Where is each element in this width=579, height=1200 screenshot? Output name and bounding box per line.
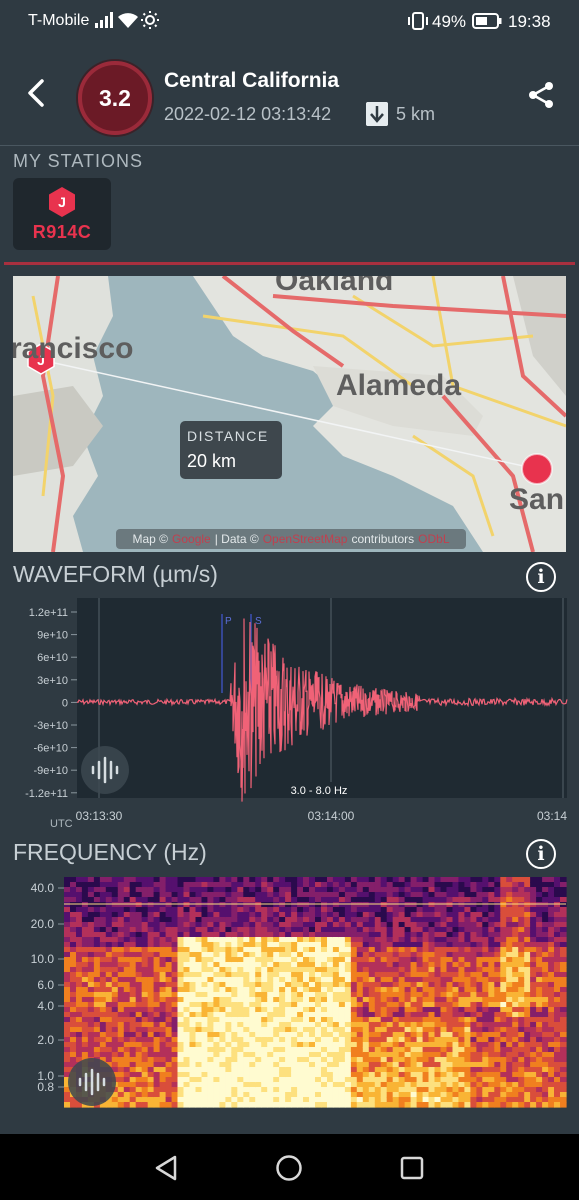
- map-label-sanfrancisco: rancisco: [13, 332, 134, 365]
- magnitude-badge: 3.2: [78, 61, 152, 135]
- audio-wave-icon: [91, 756, 119, 784]
- attribution-prefix: Map ©: [132, 532, 169, 546]
- frequency-y-tick: 6.0: [37, 978, 54, 992]
- map-background: J: [13, 276, 566, 552]
- share-icon[interactable]: [526, 80, 556, 110]
- distance-value: 20 km: [187, 451, 237, 471]
- waveform-x-tick: 03:13:30: [76, 809, 123, 823]
- carrier-name: T-Mobile: [28, 12, 90, 29]
- distance-label: DISTANCE: [187, 428, 269, 444]
- status-bar: T-Mobile 49% 19:38: [0, 0, 579, 44]
- back-triangle-icon[interactable]: [153, 1155, 179, 1181]
- status-clock: 19:38: [508, 12, 551, 31]
- system-nav-bar: [0, 1134, 579, 1200]
- event-header: 3.2 Central California 2022-02-12 03:13:…: [0, 44, 579, 146]
- signal-icon: [95, 12, 113, 28]
- attribution-middle: | Data ©: [214, 532, 259, 546]
- p-wave-label: P: [225, 616, 232, 627]
- frequency-info-icon[interactable]: i: [526, 839, 556, 869]
- waveform-y-tick: 0: [62, 697, 68, 709]
- map-label-oakland: Oakland: [275, 276, 394, 297]
- my-stations-label: MY STATIONS: [13, 151, 144, 171]
- waveform-y-tick: -9e+10: [33, 765, 68, 777]
- battery-percent: 49%: [432, 12, 467, 31]
- waveform-x-tick: 03:14: [537, 809, 567, 823]
- utc-label: UTC: [50, 818, 73, 830]
- vibrate-icon: [408, 12, 428, 30]
- map-label-san: San: [509, 483, 565, 516]
- waveform-y-tick: 3e+10: [37, 675, 68, 687]
- station-name: R914C: [32, 222, 92, 242]
- waveform-info-icon[interactable]: i: [526, 562, 556, 592]
- waveform-y-tick: 9e+10: [37, 630, 68, 642]
- waveform-chart: P S 1.2e+11 9e+10 6e+10 3e+10 0 -3e+10 -6e+10 -…: [0, 596, 579, 834]
- station-card[interactable]: J R914C: [13, 178, 111, 250]
- home-circle-icon[interactable]: [275, 1154, 303, 1182]
- attribution-odbl-link[interactable]: ODbL: [418, 532, 449, 546]
- s-wave-label: S: [255, 616, 262, 627]
- recents-square-icon[interactable]: [400, 1156, 424, 1180]
- waveform-y-tick: -1.2e+11: [25, 788, 68, 800]
- map-attribution: Map © Google | Data © OpenStreetMap cont…: [116, 529, 466, 549]
- event-title: Central California: [164, 69, 340, 92]
- station-divider: [4, 262, 575, 265]
- audio-wave-icon: [78, 1068, 106, 1096]
- back-arrow-icon[interactable]: [22, 78, 52, 108]
- battery-icon: [472, 13, 502, 29]
- waveform-audio-button[interactable]: [81, 746, 129, 794]
- station-hexagon-icon: J: [49, 187, 75, 217]
- map-label-alameda: Alameda: [336, 369, 462, 402]
- depth-arrow-icon: [366, 102, 388, 126]
- frequency-y-tick: 10.0: [31, 952, 55, 966]
- station-badge: J: [58, 194, 66, 210]
- waveform-y-tick: 6e+10: [37, 652, 68, 664]
- filter-label: 3.0 - 8.0 Hz: [291, 785, 348, 797]
- attribution-google-link[interactable]: Google: [172, 532, 211, 546]
- waveform-x-tick: 03:14:00: [308, 809, 355, 823]
- waveform-title: WAVEFORM (µm/s): [13, 561, 218, 587]
- sun-icon: [141, 11, 159, 29]
- distance-map[interactable]: J Oakland rancisco Alameda San DISTANCE …: [13, 276, 566, 552]
- distance-box: DISTANCE 20 km: [180, 421, 282, 479]
- frequency-y-tick: 4.0: [37, 999, 54, 1013]
- spectrogram-chart: 40.0 20.0 10.0 6.0 4.0 2.0 1.0 0.8: [0, 872, 579, 1112]
- header-divider: [0, 145, 579, 146]
- waveform-y-tick: 1.2e+11: [29, 607, 68, 619]
- frequency-y-tick: 40.0: [31, 881, 55, 895]
- spectrogram-audio-button[interactable]: [68, 1058, 116, 1106]
- frequency-title: FREQUENCY (Hz): [13, 839, 207, 865]
- event-depth: 5 km: [396, 104, 436, 124]
- spectrogram-cells: [64, 877, 567, 1108]
- event-datetime: 2022-02-12 03:13:42: [164, 104, 332, 124]
- wifi-icon: [118, 13, 138, 28]
- waveform-y-tick: -6e+10: [33, 743, 68, 755]
- frequency-y-tick: 0.8: [37, 1080, 54, 1094]
- frequency-y-tick: 20.0: [31, 917, 55, 931]
- waveform-y-tick: -3e+10: [33, 720, 68, 732]
- frequency-y-tick: 2.0: [37, 1033, 54, 1047]
- attribution-osm-link[interactable]: OpenStreetMap: [263, 532, 348, 546]
- attribution-suffix: contributors: [351, 532, 415, 546]
